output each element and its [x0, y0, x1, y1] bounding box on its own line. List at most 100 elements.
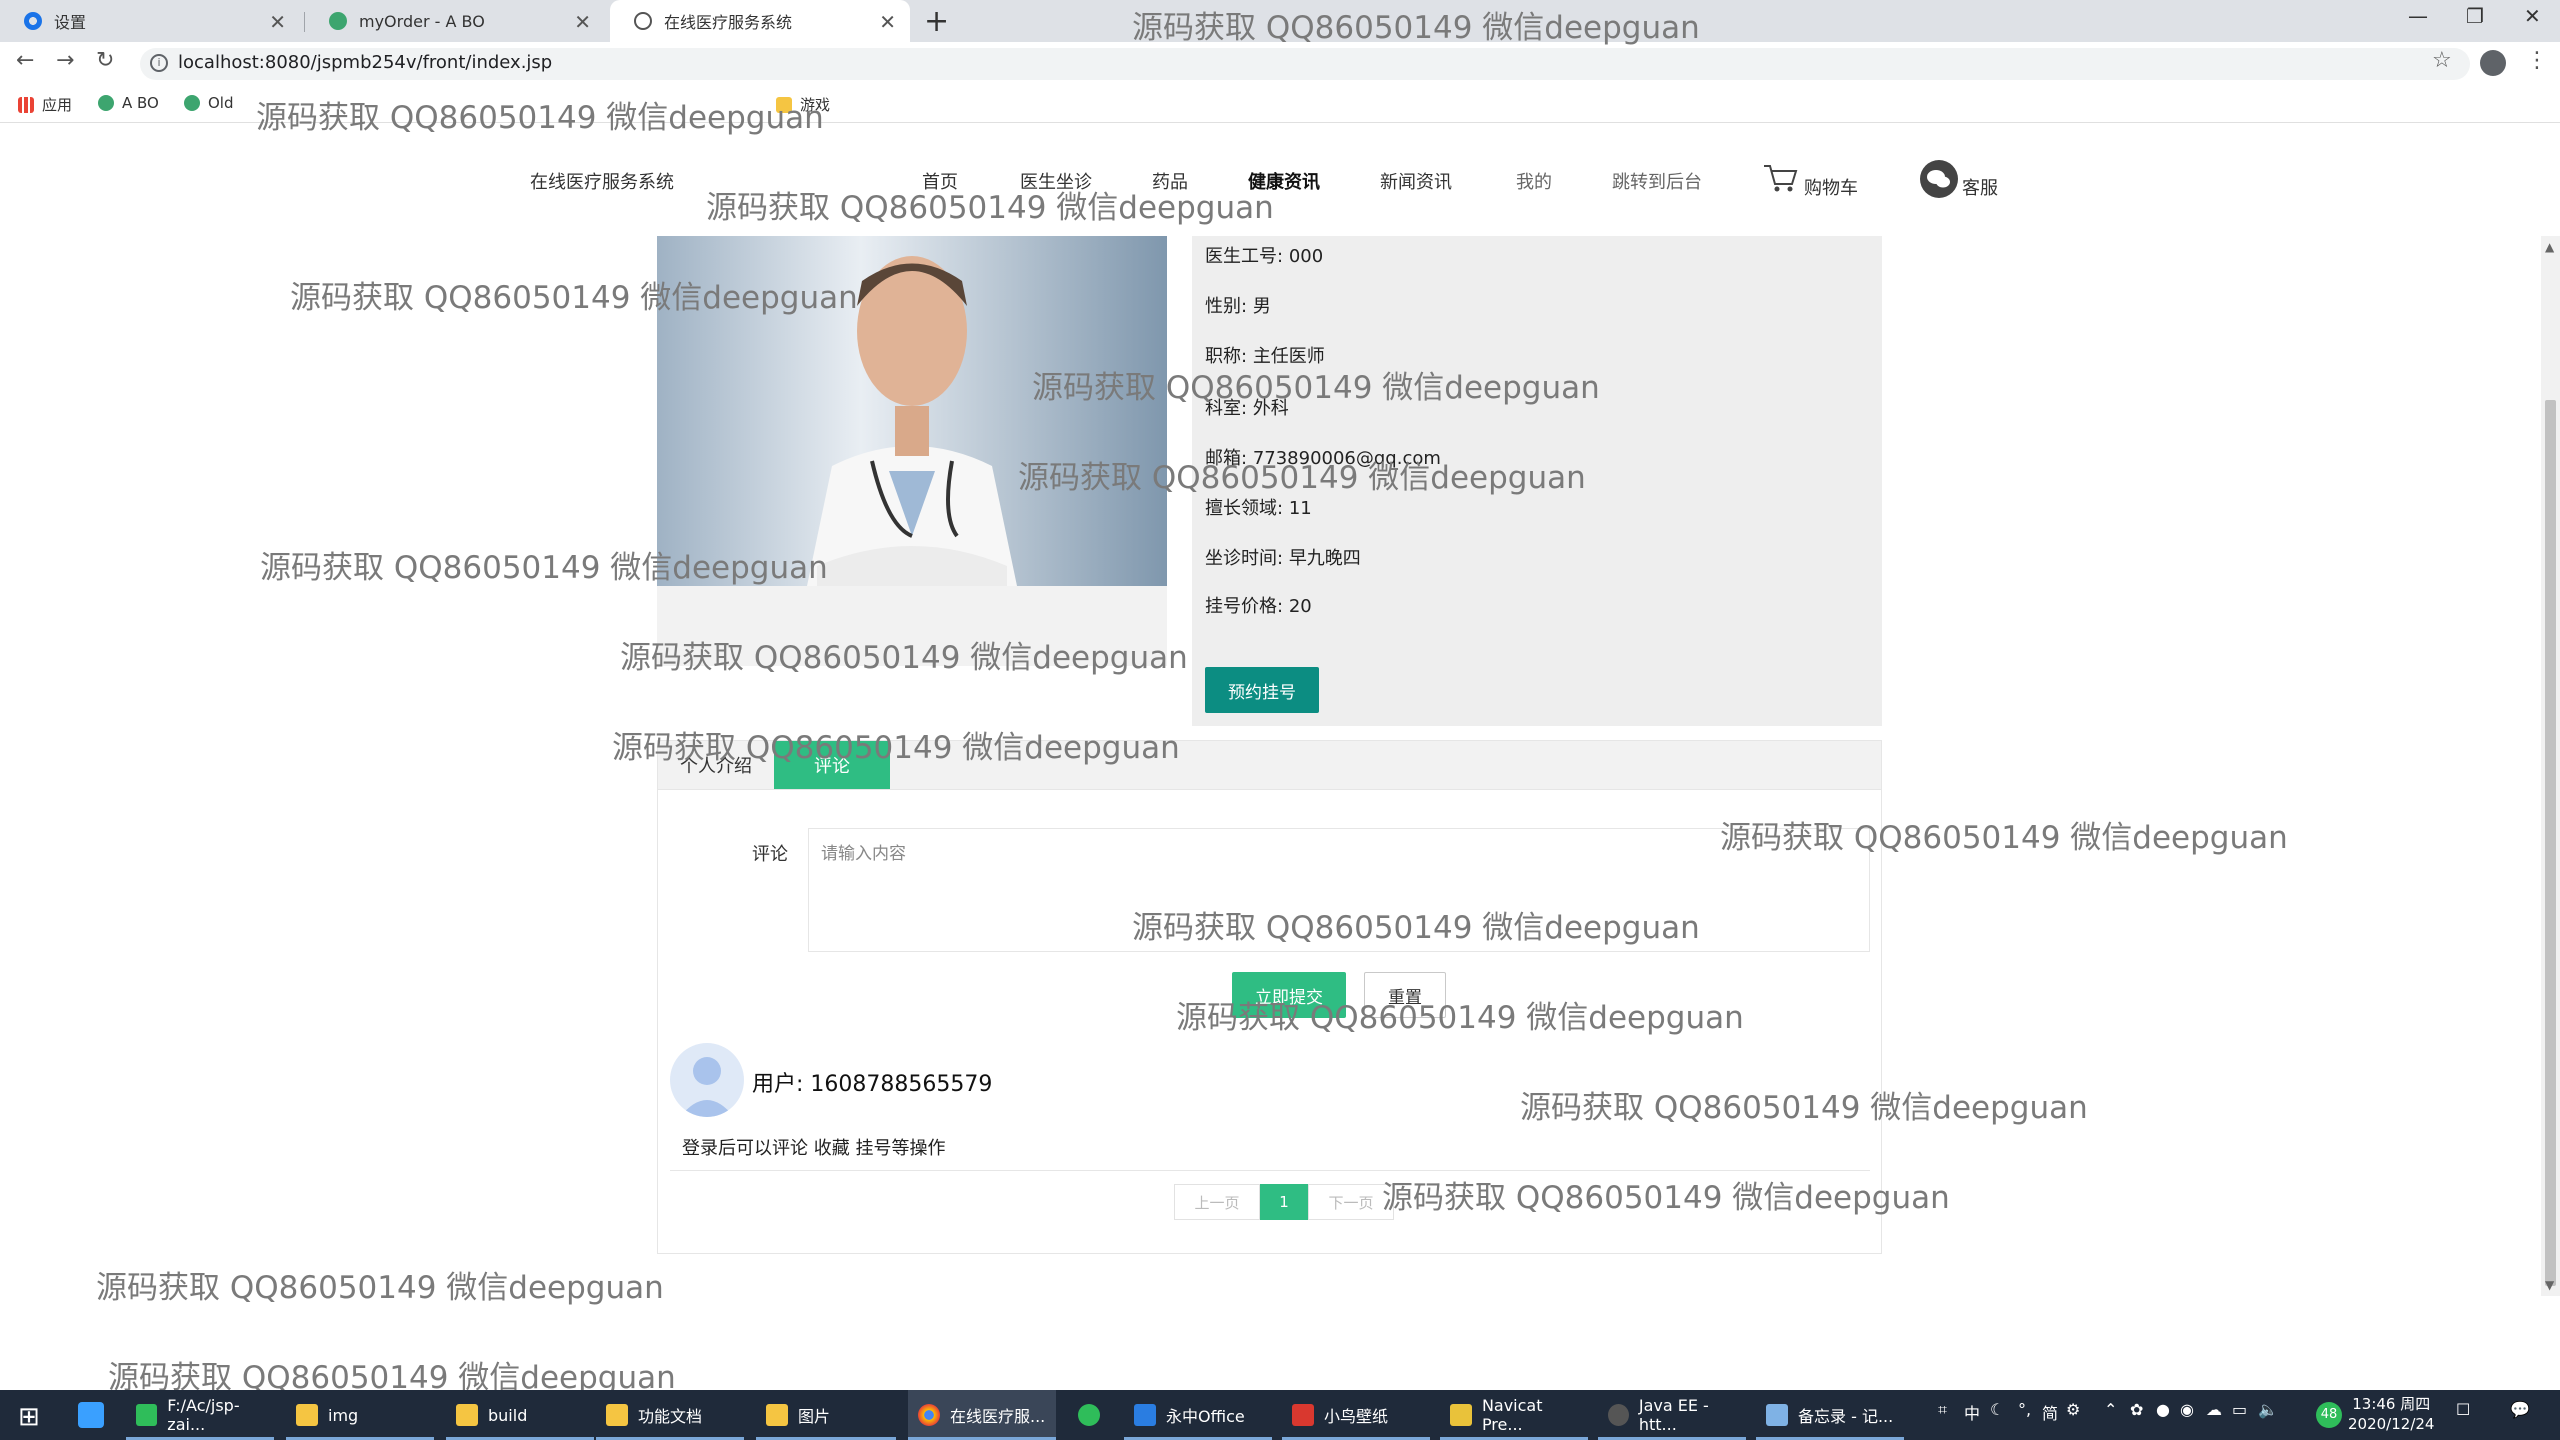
pager-prev[interactable]: 上一页	[1174, 1184, 1260, 1220]
maximize-button[interactable]: ❐	[2466, 4, 2484, 28]
scroll-down-arrow[interactable]: ▼	[2545, 1278, 2554, 1292]
taskbar-label: F:/Ac/jsp-zai...	[167, 1396, 240, 1434]
close-icon[interactable]: ✕	[879, 10, 896, 34]
divider	[670, 1170, 1870, 1171]
leaf-icon	[329, 12, 347, 30]
close-icon[interactable]: ✕	[574, 10, 591, 34]
taskbar-item-chrome[interactable]: 在线医疗服...	[908, 1390, 1056, 1440]
watermark-text: 源码获取 QQ86050149 微信deepguan	[260, 550, 828, 586]
taskbar-item-pictures[interactable]: 图片	[756, 1390, 896, 1440]
close-icon[interactable]: ✕	[269, 10, 286, 34]
volume-icon[interactable]: 🔈	[2258, 1400, 2278, 1419]
cloud-icon[interactable]: ☁	[2206, 1400, 2222, 1419]
moon-icon[interactable]: ☾	[1990, 1400, 2004, 1419]
browser-tab-active[interactable]: 在线医疗服务系统 ✕	[610, 0, 910, 42]
watermark-text: 源码获取 QQ86050149 微信deepguan	[620, 640, 1188, 676]
profile-icon[interactable]	[2480, 50, 2506, 76]
taskbar-item-img[interactable]: img	[286, 1390, 434, 1440]
nav-cart[interactable]: 购物车	[1804, 174, 1858, 200]
wechat-tray-icon[interactable]: ◉	[2180, 1400, 2194, 1419]
cart-icon[interactable]	[1762, 162, 1798, 198]
wechat-icon	[1078, 1404, 1100, 1426]
watermark-text: 源码获取 QQ86050149 微信deepguan	[96, 1270, 664, 1306]
taskbar-item-notepad[interactable]: 备忘录 - 记...	[1756, 1390, 1904, 1440]
taskbar-label: 小鸟壁纸	[1324, 1407, 1389, 1426]
taskbar-item-eclipse[interactable]: Java EE - htt...	[1598, 1390, 1746, 1440]
forward-icon[interactable]: →	[56, 48, 74, 73]
clock-date: 2020/12/24	[2348, 1415, 2435, 1433]
nav-admin[interactable]: 跳转到后台	[1612, 168, 1702, 194]
taskbar-item-wallpaper[interactable]: 小鸟壁纸	[1282, 1390, 1430, 1440]
pager-current[interactable]: 1	[1260, 1184, 1308, 1220]
bookmark-old[interactable]: Old	[184, 94, 234, 112]
field-doctor-id: 医生工号: 000	[1205, 242, 1323, 268]
watermark-text: 源码获取 QQ86050149 微信deepguan	[1720, 820, 2288, 856]
browser-tab-myorder[interactable]: myOrder - A BO ✕	[305, 0, 605, 42]
new-tab-button[interactable]: +	[924, 4, 949, 39]
wechat-icon[interactable]	[1920, 160, 1958, 198]
comment-username: 用户: 1608788565579	[752, 1072, 993, 1097]
ime-indicator[interactable]: 中	[1964, 1400, 1980, 1424]
info-icon[interactable]: i	[150, 54, 168, 72]
site-brand[interactable]: 在线医疗服务系统	[530, 168, 674, 194]
punctuation-icon[interactable]: °,	[2018, 1400, 2031, 1419]
taskbar-label: img	[328, 1405, 359, 1425]
star-icon[interactable]: ☆	[2432, 48, 2452, 73]
taskbar-item-wechat[interactable]	[1068, 1390, 1112, 1440]
bookmark-abo[interactable]: A BO	[98, 94, 159, 112]
comment-label: 评论	[752, 844, 788, 865]
appointment-button[interactable]: 预约挂号	[1205, 667, 1319, 713]
field-specialty: 擅长领域: 11	[1205, 494, 1312, 520]
nav-mine[interactable]: 我的	[1516, 168, 1552, 194]
watermark-text: 源码获取 QQ86050149 微信deepguan	[1132, 10, 1700, 46]
action-center-icon[interactable]: 💬	[2510, 1400, 2530, 1419]
bookmark-label: 应用	[42, 96, 73, 114]
tab-title: 在线医疗服务系统	[664, 13, 793, 32]
watermark-text: 源码获取 QQ86050149 微信deepguan	[612, 730, 1180, 766]
reload-icon[interactable]: ↻	[96, 48, 114, 73]
menu-icon[interactable]: ⋮	[2526, 48, 2548, 73]
ime-grid-icon[interactable]: ⌗	[1938, 1400, 1947, 1420]
watermark-text: 源码获取 QQ86050149 微信deepguan	[706, 190, 1274, 226]
nav-service[interactable]: 客服	[1962, 174, 1998, 200]
eclipse-icon	[1608, 1404, 1629, 1426]
nav-news[interactable]: 新闻资讯	[1380, 168, 1452, 194]
taskbar-clock[interactable]: 13:46 周四 2020/12/24	[2348, 1394, 2434, 1434]
microphone-icon[interactable]: ●	[2156, 1400, 2170, 1419]
office-icon	[1134, 1404, 1156, 1426]
browser-tab-settings[interactable]: 设置 ✕	[0, 0, 300, 42]
close-window-button[interactable]: ✕	[2524, 4, 2541, 28]
taskbar-item-office[interactable]: 永中Office	[1124, 1390, 1272, 1440]
settings-icon[interactable]: ⚙	[2066, 1400, 2080, 1419]
folder-icon	[456, 1404, 478, 1426]
scroll-up-arrow[interactable]: ▲	[2545, 240, 2554, 254]
field-label: 坐诊时间:	[1205, 548, 1284, 569]
simplified-indicator[interactable]: 简	[2042, 1400, 2058, 1424]
show-desktop-icon[interactable]: ☐	[2456, 1400, 2470, 1419]
field-price: 挂号价格: 20	[1205, 592, 1312, 618]
taskbar-item-docs[interactable]: 功能文档	[596, 1390, 744, 1440]
leaf-icon	[98, 95, 114, 111]
flower-icon[interactable]: ✿	[2130, 1400, 2143, 1419]
bookmark-apps[interactable]: 应用	[18, 94, 72, 115]
taskbar-label: 功能文档	[638, 1407, 703, 1426]
watermark-text: 源码获取 QQ86050149 微信deepguan	[1018, 460, 1586, 496]
scrollbar-thumb[interactable]	[2545, 400, 2556, 1286]
field-label: 挂号价格:	[1205, 596, 1284, 617]
taskbar-item-build[interactable]: build	[446, 1390, 594, 1440]
network-icon[interactable]: ▭	[2232, 1400, 2247, 1419]
notification-badge[interactable]: 48	[2316, 1402, 2342, 1428]
field-value: 男	[1252, 296, 1271, 317]
minimize-button[interactable]: —	[2408, 4, 2428, 28]
chevron-up-icon[interactable]: ⌃	[2104, 1400, 2117, 1419]
avatar	[670, 1043, 744, 1117]
taskbar-item-hbuilder[interactable]: F:/Ac/jsp-zai...	[126, 1390, 274, 1440]
url-text[interactable]: localhost:8080/jspmb254v/front/index.jsp	[178, 52, 552, 73]
taskbar-item-navicat[interactable]: Navicat Pre...	[1440, 1390, 1588, 1440]
windows-start-icon[interactable]: ⊞	[18, 1402, 40, 1432]
tab-title: myOrder - A BO	[359, 11, 485, 31]
back-icon[interactable]: ←	[16, 48, 34, 73]
app-store-icon[interactable]	[78, 1402, 104, 1428]
taskbar-label: 在线医疗服...	[950, 1407, 1046, 1426]
watermark-text: 源码获取 QQ86050149 微信deepguan	[1382, 1180, 1950, 1216]
